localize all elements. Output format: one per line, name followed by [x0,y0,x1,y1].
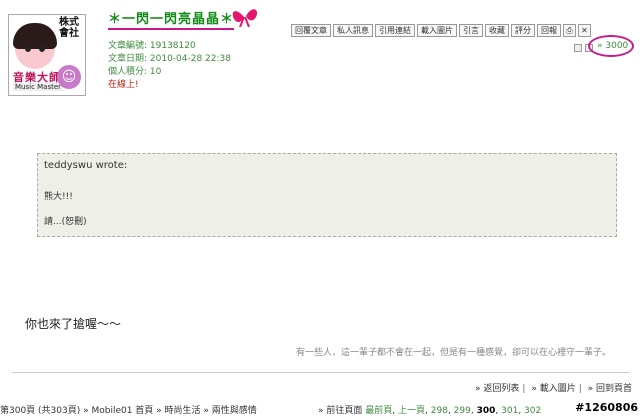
avatar-eye [39,45,45,52]
report-button[interactable]: 回報 [537,24,561,37]
back-to-top-link[interactable]: » 回到頁首 [588,384,632,394]
divider [12,372,630,373]
username-link[interactable]: ＊一閃一閃亮晶晶＊ [108,8,235,30]
back-to-list-link[interactable]: » 返回列表 [475,384,519,394]
avatar-subtitle: Music Master [13,83,64,91]
article-date: 文章日期: 2010-04-28 22:38 [108,54,231,64]
current-page: 300 [476,406,496,416]
first-page-link[interactable]: 最前頁 [365,406,392,416]
load-images-button[interactable]: 載入圖片 [417,24,457,37]
breadcrumb[interactable]: 第300頁 (共303頁) » Mobile01 首頁 » 時尚生活 » 兩性與… [0,403,257,416]
goto-page-label: » 前往頁面 [318,406,363,416]
footer-links: » 返回列表 | » 載入圖片 | » 回到頁首 [475,384,632,394]
reply-button[interactable]: 回覆文章 [291,24,331,37]
print-icon[interactable]: ⎙ [563,24,576,37]
avatar-hair [13,23,57,49]
edit-icon[interactable] [574,44,582,52]
page-link[interactable]: 299 [454,406,471,416]
private-message-button[interactable]: 私人訊息 [333,24,373,37]
user-meta: 文章編號: 19138120 文章日期: 2010-04-28 22:38 個人… [108,40,231,92]
delete-icon[interactable]: ✕ [578,24,591,37]
page-link[interactable]: 301 [501,406,518,416]
post-toolbar: 回覆文章 私人訊息 引用連結 載入圖片 引言 收藏 評分 回報 ⎙ ✕ [291,24,591,37]
quote-line: 熊大!!! [44,192,73,202]
favorite-button[interactable]: 收藏 [485,24,509,37]
avatar-stamp: 株式會社 [59,17,79,39]
quote-link-button[interactable]: 引用連結 [375,24,415,37]
user-points: 個人積分: 10 [108,67,162,77]
user-signature: 有一些人，這一輩子都不會在一起，但是有一種感覺，卻可以在心裡守一輩子。 [296,348,612,358]
page-link[interactable]: 302 [524,406,541,416]
online-status: 在線上! [108,80,139,90]
quote-author: teddyswu wrote: [44,160,128,171]
rate-button[interactable]: 評分 [511,24,535,37]
article-number: 文章編號: 19138120 [108,41,196,51]
post-body: 你也來了搶喔～～ [25,317,122,331]
page-link[interactable]: 298 [431,406,448,416]
quote-block: teddyswu wrote: 熊大!!! 請...(恕刪) [37,153,617,237]
devil-face-icon: ☺ [57,65,81,89]
watermark: #1260806 [575,401,638,414]
quote-button[interactable]: 引言 [459,24,483,37]
butterfly-bow-icon [232,9,258,27]
pagination: » 前往頁面 最前頁, 上一頁, 298, 299, 300, 301, 302 [318,406,542,416]
quote-line: 請...(恕刪) [44,217,87,227]
prev-page-link[interactable]: 上一頁 [398,406,425,416]
load-images-link[interactable]: » 載入圖片 [531,384,575,394]
bottom-bar: 第300頁 (共303頁) » Mobile01 首頁 » 時尚生活 » 兩性與… [0,401,640,416]
avatar-eye [25,45,31,52]
highlight-circle [588,35,634,57]
user-avatar[interactable]: 株式會社 音樂大師 Music Master ☺ [8,14,86,96]
